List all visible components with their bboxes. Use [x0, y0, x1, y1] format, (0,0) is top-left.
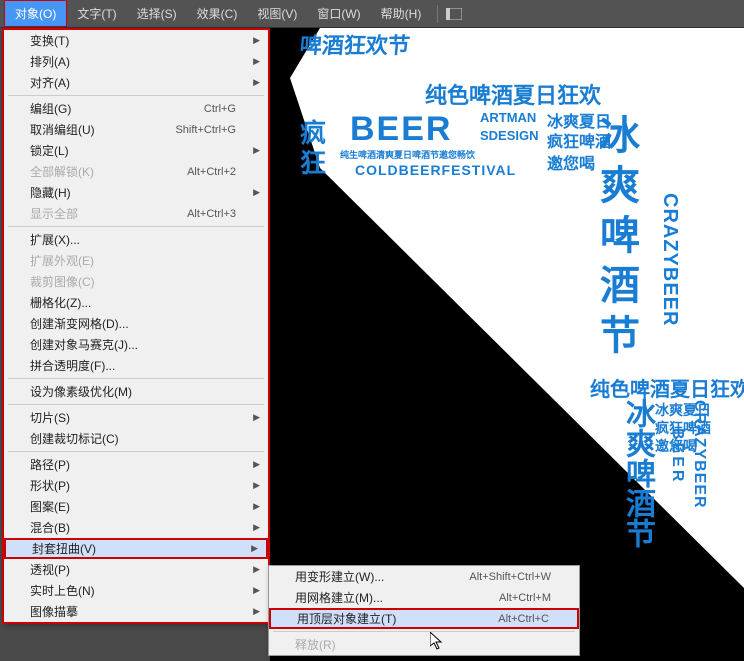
menu-text[interactable]: 文字(T) [67, 0, 126, 27]
art-kuang: 狂 [300, 143, 326, 180]
dd-expand-appearance: 扩展外观(E) [4, 250, 268, 271]
art-bspj: 冰爽啤酒节 [615, 398, 659, 548]
dd-lock[interactable]: 锁定(L)▶ [4, 140, 268, 161]
dd-sep [8, 404, 264, 405]
menu-object[interactable]: 对象(O) [4, 0, 67, 27]
menu-separator [437, 5, 438, 23]
dd-slice[interactable]: 切片(S)▶ [4, 407, 268, 428]
dd-mosaic[interactable]: 创建对象马赛克(J)... [4, 334, 268, 355]
chevron-right-icon: ▶ [253, 501, 260, 512]
chevron-right-icon: ▶ [253, 412, 260, 423]
art-crazy2: CRAZYBEER [690, 400, 708, 509]
sub-make-top-object[interactable]: 用顶层对象建立(T)Alt+Ctrl+C [269, 608, 579, 629]
dd-sep [8, 451, 264, 452]
chevron-right-icon: ▶ [253, 606, 260, 617]
chevron-right-icon: ▶ [253, 56, 260, 67]
sub-release: 释放(R) [269, 634, 579, 655]
dd-sep [8, 226, 264, 227]
menubar: 对象(O) 文字(T) 选择(S) 效果(C) 视图(V) 窗口(W) 帮助(H… [0, 0, 744, 28]
dd-flatten[interactable]: 拼合透明度(F)... [4, 355, 268, 376]
chevron-right-icon: ▶ [253, 187, 260, 198]
menu-effect[interactable]: 效果(C) [187, 0, 248, 27]
dd-perspective[interactable]: 透视(P)▶ [4, 559, 268, 580]
chevron-right-icon: ▶ [253, 459, 260, 470]
dd-trim-marks[interactable]: 创建裁切标记(C) [4, 428, 268, 449]
art-sub3: 邀您喝 [547, 150, 595, 174]
sub-make-warp[interactable]: 用变形建立(W)...Alt+Shift+Ctrl+W [269, 566, 579, 587]
art-sdesign: SDESIGN [480, 128, 539, 143]
art-festival: COLDBEERFESTIVAL [355, 162, 516, 178]
menu-select[interactable]: 选择(S) [127, 0, 187, 27]
dd-sep [8, 95, 264, 96]
chevron-right-icon: ▶ [253, 480, 260, 491]
art-side2: 纯色啤酒夏日狂欢 [590, 373, 744, 402]
chevron-right-icon: ▶ [253, 522, 260, 533]
dd-ungroup[interactable]: 取消编组(U)Shift+Ctrl+G [4, 119, 268, 140]
art-crazy: CRAZYBEER [658, 193, 681, 326]
art-artman: ARTMAN [480, 110, 536, 125]
dd-arrange[interactable]: 排列(A)▶ [4, 51, 268, 72]
dd-envelope-distort[interactable]: 封套扭曲(V)▶ [4, 538, 268, 559]
dd-live-paint[interactable]: 实时上色(N)▶ [4, 580, 268, 601]
layout-icon[interactable] [444, 6, 464, 22]
dd-showall: 显示全部Alt+Ctrl+3 [4, 203, 268, 224]
art-title: 啤酒狂欢节 [299, 28, 412, 60]
dd-expand[interactable]: 扩展(X)... [4, 229, 268, 250]
sub-make-mesh[interactable]: 用网格建立(M)...Alt+Ctrl+M [269, 587, 579, 608]
menu-view[interactable]: 视图(V) [247, 0, 307, 27]
chevron-right-icon: ▶ [253, 145, 260, 156]
dd-crop-image: 裁剪图像(C) [4, 271, 268, 292]
art-beer2: BEER [668, 428, 686, 484]
dd-transform[interactable]: 变换(T)▶ [4, 30, 268, 51]
dd-path[interactable]: 路径(P)▶ [4, 454, 268, 475]
art-jie: 节 [600, 303, 640, 361]
chevron-right-icon: ▶ [253, 585, 260, 596]
dd-shape[interactable]: 形状(P)▶ [4, 475, 268, 496]
art-side: 纯色啤酒夏日狂欢 [425, 78, 601, 110]
dd-pattern[interactable]: 图案(E)▶ [4, 496, 268, 517]
dd-unlockall: 全部解锁(K)Alt+Ctrl+2 [4, 161, 268, 182]
menu-window[interactable]: 窗口(W) [307, 0, 370, 27]
art-small1: 纯生啤酒清爽夏日啤酒节邀您畅饮 [340, 148, 475, 161]
chevron-right-icon: ▶ [253, 77, 260, 88]
envelope-distort-submenu: 用变形建立(W)...Alt+Shift+Ctrl+W 用网格建立(M)...A… [268, 565, 580, 656]
dd-image-trace[interactable]: 图像描摹▶ [4, 601, 268, 622]
dd-group[interactable]: 编组(G)Ctrl+G [4, 98, 268, 119]
dd-sep [8, 378, 264, 379]
menu-help[interactable]: 帮助(H) [371, 0, 432, 27]
dd-hide[interactable]: 隐藏(H)▶ [4, 182, 268, 203]
dd-blend[interactable]: 混合(B)▶ [4, 517, 268, 538]
dd-pixel-optimize[interactable]: 设为像素级优化(M) [4, 381, 268, 402]
dd-rasterize[interactable]: 栅格化(Z)... [4, 292, 268, 313]
chevron-right-icon: ▶ [253, 564, 260, 575]
dd-sep [273, 631, 575, 632]
object-menu-dropdown: 变换(T)▶ 排列(A)▶ 对齐(A)▶ 编组(G)Ctrl+G 取消编组(U)… [2, 28, 270, 624]
art-beer: BEER [350, 110, 452, 149]
cursor-icon [430, 632, 446, 652]
chevron-right-icon: ▶ [253, 35, 260, 46]
dd-gradient-mesh[interactable]: 创建渐变网格(D)... [4, 313, 268, 334]
chevron-right-icon: ▶ [251, 543, 258, 554]
dd-align[interactable]: 对齐(A)▶ [4, 72, 268, 93]
